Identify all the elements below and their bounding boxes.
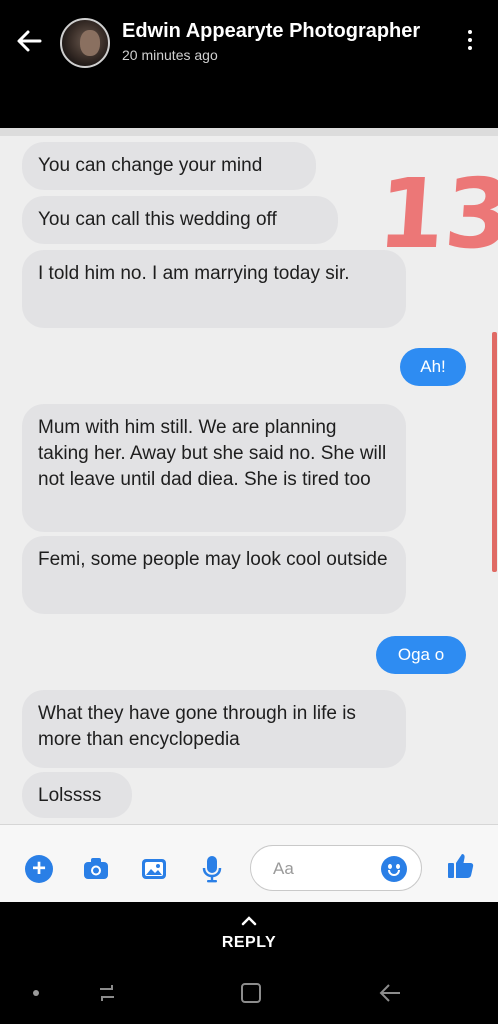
message-input[interactable]: Aa bbox=[250, 845, 422, 891]
message-incoming: You can call this wedding off bbox=[22, 196, 338, 244]
reply-bar[interactable]: REPLY bbox=[0, 902, 498, 962]
system-navigation-bar bbox=[0, 962, 498, 1024]
more-vertical-icon[interactable] bbox=[462, 30, 478, 56]
message-composer: + Aa bbox=[0, 824, 498, 902]
message-outgoing: Ah! bbox=[400, 348, 466, 386]
message-incoming: I told him no. I am marrying today sir. bbox=[22, 250, 406, 328]
message-incoming: Femi, some people may look cool outside bbox=[22, 536, 406, 614]
camera-icon[interactable] bbox=[82, 855, 110, 883]
message-incoming: What they have gone through in life is m… bbox=[22, 690, 406, 768]
image-icon[interactable] bbox=[140, 855, 168, 883]
plus-icon[interactable]: + bbox=[25, 855, 53, 883]
thumbs-up-icon[interactable] bbox=[446, 851, 474, 879]
microphone-icon[interactable] bbox=[198, 855, 226, 883]
back-nav-icon[interactable] bbox=[376, 980, 406, 1006]
avatar[interactable] bbox=[60, 18, 110, 68]
message-input-placeholder: Aa bbox=[273, 859, 294, 878]
chat-screenshot: You can change your mind You can call th… bbox=[0, 128, 498, 902]
arrow-left-icon[interactable] bbox=[14, 26, 44, 56]
message-incoming: Lolssss bbox=[22, 772, 132, 818]
scrollbar[interactable] bbox=[492, 332, 497, 572]
message-incoming: Mum with him still. We are planning taki… bbox=[22, 404, 406, 532]
page-title[interactable]: Edwin Appearyte Photographer bbox=[122, 20, 420, 43]
message-incoming: You can change your mind bbox=[22, 142, 316, 190]
recent-apps-icon[interactable] bbox=[92, 980, 122, 1006]
reply-button[interactable]: REPLY bbox=[0, 934, 498, 952]
nav-dot-icon bbox=[33, 990, 39, 996]
handwritten-number-stamp: 13 bbox=[374, 158, 498, 270]
home-icon[interactable] bbox=[236, 980, 266, 1006]
post-timestamp: 20 minutes ago bbox=[122, 47, 218, 63]
emoji-icon[interactable] bbox=[381, 856, 407, 882]
message-outgoing: Oga o bbox=[376, 636, 466, 674]
chevron-up-icon bbox=[241, 916, 257, 926]
post-header: Edwin Appearyte Photographer 20 minutes … bbox=[0, 0, 498, 128]
